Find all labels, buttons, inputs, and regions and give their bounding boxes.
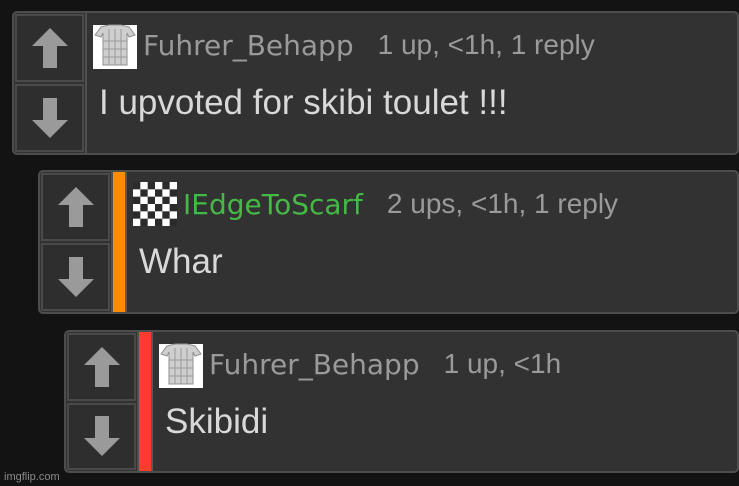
upvote-button[interactable] — [41, 173, 110, 241]
imgflip-watermark: imgflip.com — [4, 471, 60, 483]
comment-text: I upvoted for skibi toulet !!! — [99, 83, 508, 122]
comment-header: Fuhrer_Behapp 1 up, <1h — [159, 332, 737, 396]
username-link[interactable]: Fuhrer_Behapp — [209, 348, 420, 381]
comment-text: Skibidi — [165, 402, 269, 441]
comment-header: Fuhrer_Behapp 1 up, <1h, 1 reply — [93, 13, 737, 77]
upvote-button[interactable] — [67, 333, 136, 401]
downvote-button[interactable] — [15, 84, 84, 152]
arrow-up-icon — [31, 28, 68, 68]
comment-1: Fuhrer_Behapp 1 up, <1h, 1 reply I upvot… — [12, 11, 739, 155]
comment-3: Fuhrer_Behapp 1 up, <1h Skibidi — [64, 330, 739, 473]
downvote-button[interactable] — [41, 243, 110, 311]
username-link[interactable]: IEdgeToScarf — [183, 188, 363, 221]
upvote-button[interactable] — [15, 14, 84, 82]
comment-text: Whar — [139, 242, 223, 281]
comment-meta: 1 up, <1h, 1 reply — [377, 29, 595, 60]
arrow-up-icon — [57, 187, 94, 227]
comment-meta: 1 up, <1h — [443, 348, 562, 379]
reply-indent-bar — [113, 172, 127, 312]
arrow-down-icon — [57, 257, 94, 297]
comment-meta: 2 ups, <1h, 1 reply — [386, 188, 619, 219]
arrow-up-icon — [83, 346, 120, 387]
comment-body: IEdgeToScarf 2 ups, <1h, 1 reply Whar — [127, 172, 737, 312]
reply-indent-bar — [139, 332, 153, 471]
comment-header: IEdgeToScarf 2 ups, <1h, 1 reply — [133, 172, 737, 236]
downvote-button[interactable] — [67, 402, 136, 470]
vote-column — [14, 13, 87, 153]
arrow-down-icon — [83, 416, 120, 457]
comment-body: Fuhrer_Behapp 1 up, <1h, 1 reply I upvot… — [87, 13, 737, 153]
shirt-avatar-icon[interactable] — [93, 21, 137, 69]
comment-body: Fuhrer_Behapp 1 up, <1h Skibidi — [153, 332, 737, 471]
vote-column — [40, 172, 113, 312]
arrow-down-icon — [31, 98, 68, 138]
checkered-avatar-icon[interactable] — [133, 180, 177, 228]
comment-2: IEdgeToScarf 2 ups, <1h, 1 reply Whar — [38, 170, 739, 314]
vote-column — [66, 332, 139, 471]
username-link[interactable]: Fuhrer_Behapp — [143, 29, 354, 62]
shirt-avatar-icon[interactable] — [159, 340, 203, 388]
comment-thread: Fuhrer_Behapp 1 up, <1h, 1 reply I upvot… — [0, 0, 739, 486]
